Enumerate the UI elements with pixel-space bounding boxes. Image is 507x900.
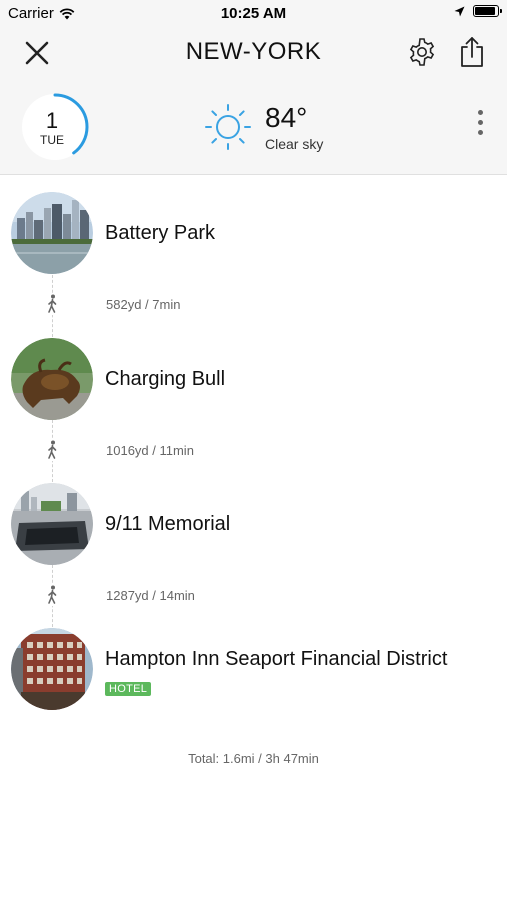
itinerary-stop[interactable]: Charging Bull [0, 338, 507, 422]
gear-icon[interactable] [406, 36, 438, 68]
weather-condition: Clear sky [265, 136, 324, 152]
charging-bull-photo [11, 338, 93, 420]
day-number: 1 [45, 108, 59, 133]
leg-distance: 582yd / 7min [106, 297, 181, 312]
temperature: 84° [265, 102, 308, 133]
hotel-photo [11, 628, 93, 710]
stop-name: Hampton Inn Seaport Financial District [105, 648, 448, 670]
status-right-group [454, 5, 502, 17]
stop-name: Charging Bull [105, 368, 226, 390]
status-bar: Carrier 10:25 AM [0, 0, 507, 28]
location-arrow-icon [454, 6, 465, 16]
stop-name: Battery Park [105, 222, 216, 244]
stop-name: 9/11 Memorial [105, 513, 231, 535]
memorial-photo [11, 483, 93, 565]
nav-bar: NEW-YORK [0, 28, 507, 78]
sun-icon [205, 104, 251, 150]
battery-park-photo [11, 192, 93, 274]
walk-icon [43, 293, 61, 315]
walk-icon [43, 439, 61, 461]
battery-icon [473, 5, 502, 17]
leg-distance: 1287yd / 14min [106, 588, 195, 603]
day-weekday: TUE [40, 133, 64, 147]
day-weather-strip: 1 TUE 84° Clear sky [0, 78, 507, 175]
share-icon[interactable] [457, 35, 487, 69]
hotel-badge: HOTEL [105, 682, 152, 696]
more-options-icon[interactable] [470, 110, 490, 142]
itinerary-stop[interactable]: Hampton Inn Seaport Financial District H… [0, 628, 507, 712]
itinerary-stop[interactable]: 9/11 Memorial [0, 483, 507, 567]
status-time: 10:25 AM [220, 5, 287, 22]
walk-icon [43, 584, 61, 606]
leg-distance: 1016yd / 11min [106, 443, 194, 458]
route-total: Total: 1.6mi / 3h 47min [188, 751, 319, 766]
itinerary-stop[interactable]: Battery Park [0, 192, 507, 276]
